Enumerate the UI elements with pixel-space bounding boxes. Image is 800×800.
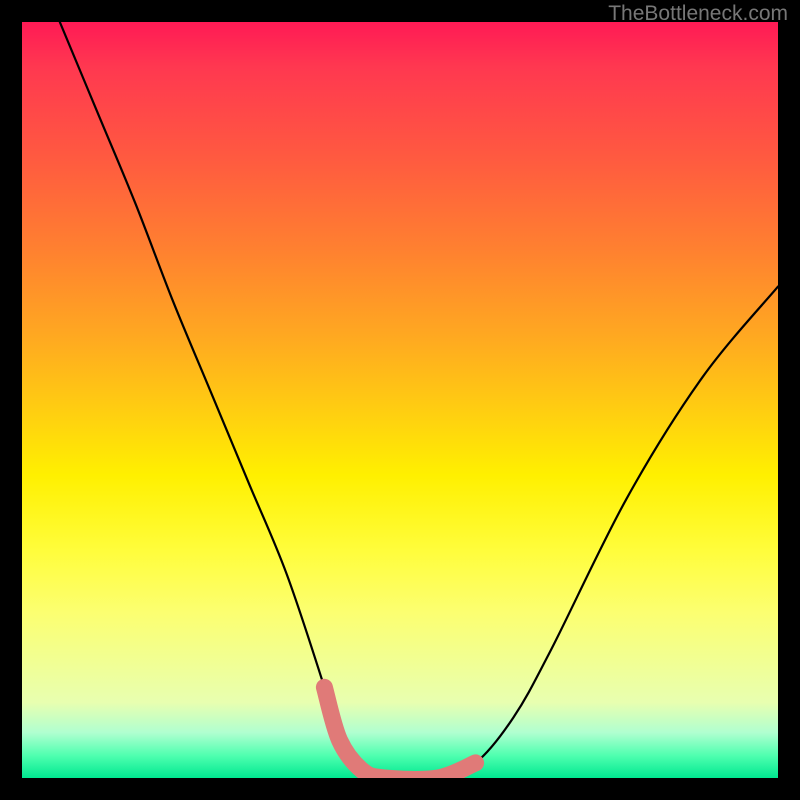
watermark-text: TheBottleneck.com — [608, 2, 788, 26]
chart-frame: TheBottleneck.com — [0, 0, 800, 800]
chart-svg — [22, 22, 778, 778]
bottleneck-curve — [60, 22, 778, 778]
plot-area — [22, 22, 778, 778]
trough-highlight — [324, 687, 475, 778]
